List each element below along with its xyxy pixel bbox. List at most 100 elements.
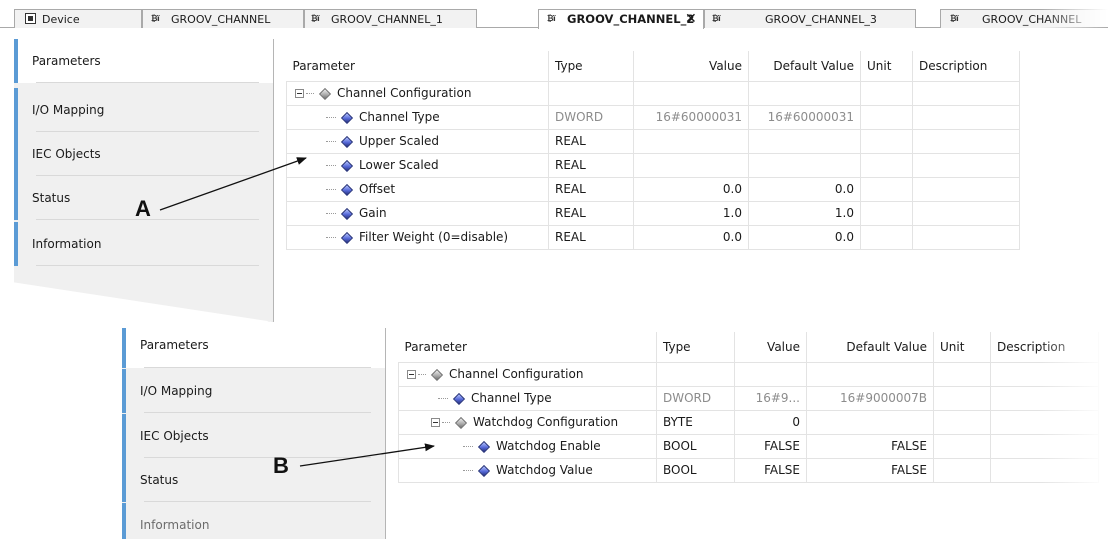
parameter-value[interactable]: 0.0 — [633, 224, 749, 250]
parameter-type: REAL — [548, 224, 634, 250]
parameter-default: 0.0 — [748, 176, 861, 202]
parameter-type — [656, 361, 735, 387]
table-row[interactable]: Lower Scaled REAL — [286, 152, 1020, 178]
sidebar-item-parameters[interactable]: Parameters — [122, 328, 385, 368]
parameter-type: BOOL — [656, 433, 735, 459]
column-header-type[interactable]: Type — [548, 51, 634, 82]
tab-label: GROOV_CHANNEL — [171, 13, 271, 26]
parameter-default: FALSE — [806, 457, 934, 483]
annotation-label-b: B — [273, 453, 289, 478]
parameter-group-icon — [318, 87, 332, 100]
collapse-icon[interactable] — [407, 370, 416, 379]
table-row[interactable]: Channel Configuration — [398, 361, 1099, 387]
parameter-icon — [340, 231, 354, 244]
parameter-value[interactable] — [633, 128, 749, 154]
parameter-type: DWORD — [548, 104, 634, 130]
device-editor-sidebar: Parameters I/O Mapping IEC Objects Statu… — [14, 39, 274, 322]
table-row[interactable]: Watchdog Configuration BYTE 0 — [398, 409, 1099, 435]
collapse-icon[interactable] — [295, 89, 304, 98]
column-header-unit[interactable]: Unit — [933, 332, 991, 363]
parameter-description — [990, 385, 1099, 411]
sidebar-item-information[interactable]: Information — [14, 222, 273, 266]
sidebar-item-information[interactable]: Information — [122, 503, 385, 539]
parameter-value[interactable]: 16#9... — [734, 385, 807, 411]
sidebar-item-status[interactable]: Status — [122, 458, 385, 502]
collapse-icon[interactable] — [431, 418, 440, 427]
tab-device[interactable]: Device — [14, 9, 142, 28]
parameter-name: Channel Configuration — [449, 367, 584, 381]
tab-label: GROOV_CHANNEL_3 — [765, 13, 877, 26]
parameter-icon — [340, 159, 354, 172]
sidebar-item-iec-objects[interactable]: IEC Objects — [122, 414, 385, 458]
column-header-parameter[interactable]: Parameter — [286, 51, 549, 82]
parameter-description — [990, 433, 1099, 459]
parameter-value[interactable]: 1.0 — [633, 200, 749, 226]
parameter-name: Upper Scaled — [359, 134, 440, 148]
parameter-unit — [933, 457, 991, 483]
tab-groov-channel[interactable]: ₿ï GROOV_CHANNEL — [142, 9, 304, 28]
column-header-description[interactable]: Description — [990, 332, 1099, 363]
parameter-description — [912, 200, 1020, 226]
table-row[interactable]: Filter Weight (0=disable) REAL 0.0 0.0 — [286, 224, 1020, 250]
parameter-icon — [340, 135, 354, 148]
table-row[interactable]: Gain REAL 1.0 1.0 — [286, 200, 1020, 226]
column-header-default-value[interactable]: Default Value — [806, 332, 934, 363]
parameter-value[interactable] — [734, 361, 807, 387]
column-header-type[interactable]: Type — [656, 332, 735, 363]
tab-groov-channel-3[interactable]: ₿ï GROOV_CHANNEL_3 — [704, 9, 916, 28]
parameter-value[interactable]: 0 — [734, 409, 807, 435]
parameter-name: Watchdog Value — [496, 463, 593, 477]
sidebar-item-label: Information — [32, 237, 102, 251]
parameter-description — [912, 176, 1020, 202]
table-row[interactable]: Channel Type DWORD 16#60000031 16#600000… — [286, 104, 1020, 130]
sidebar-item-iec-objects[interactable]: IEC Objects — [14, 132, 273, 176]
tab-groov-channel-2[interactable]: ₿ï GROOV_CHANNEL_2 ✕ — [538, 9, 704, 29]
parameter-type: REAL — [548, 128, 634, 154]
sidebar-item-io-mapping[interactable]: I/O Mapping — [14, 88, 273, 132]
parameter-value[interactable]: FALSE — [734, 457, 807, 483]
parameter-value[interactable]: 16#60000031 — [633, 104, 749, 130]
column-header-unit[interactable]: Unit — [860, 51, 913, 82]
parameter-type: BOOL — [656, 457, 735, 483]
table-row[interactable]: Channel Configuration — [286, 80, 1020, 106]
parameter-name: Gain — [359, 206, 387, 220]
tab-groov-channel-1[interactable]: ₿ï GROOV_CHANNEL_1 — [304, 9, 477, 28]
sidebar-item-parameters[interactable]: Parameters — [14, 39, 273, 83]
sidebar-item-label: Status — [32, 191, 71, 205]
io-channel-icon: ₿ï — [712, 14, 721, 23]
table-row[interactable]: Channel Type DWORD 16#9... 16#9000007B — [398, 385, 1099, 411]
parameter-type: REAL — [548, 152, 634, 178]
parameter-unit — [933, 385, 991, 411]
table-row[interactable]: Offset REAL 0.0 0.0 — [286, 176, 1020, 202]
column-header-value[interactable]: Value — [633, 51, 749, 82]
parameter-value[interactable]: 0.0 — [633, 176, 749, 202]
parameter-value[interactable]: FALSE — [734, 433, 807, 459]
parameter-name: Offset — [359, 182, 396, 196]
sidebar-item-label: Information — [140, 518, 210, 532]
table-row[interactable]: Upper Scaled REAL — [286, 128, 1020, 154]
column-header-parameter[interactable]: Parameter — [398, 332, 657, 363]
parameter-value[interactable] — [633, 152, 749, 178]
column-header-value[interactable]: Value — [734, 332, 807, 363]
table-header-row: Parameter Type Value Default Value Unit … — [286, 51, 1020, 82]
parameter-value[interactable] — [633, 80, 749, 106]
parameter-icon — [452, 392, 466, 405]
parameter-unit — [933, 409, 991, 435]
table-row[interactable]: Watchdog Value BOOL FALSE FALSE — [398, 457, 1099, 483]
parameter-default: 0.0 — [748, 224, 861, 250]
parameter-unit — [860, 80, 913, 106]
parameters-panel-b: Parameters I/O Mapping IEC Objects Statu… — [122, 328, 1108, 539]
parameter-description — [912, 128, 1020, 154]
parameter-description — [912, 152, 1020, 178]
table-row[interactable]: Watchdog Enable BOOL FALSE FALSE — [398, 433, 1099, 459]
tab-groov-channel-overflow[interactable]: ₿ï GROOV_CHANNEL — [940, 9, 1108, 28]
sidebar-item-io-mapping[interactable]: I/O Mapping — [122, 369, 385, 413]
close-tab-icon[interactable]: ✕ — [685, 11, 697, 28]
column-header-description[interactable]: Description — [912, 51, 1020, 82]
sidebar-item-label: IEC Objects — [140, 429, 209, 443]
parameter-default — [748, 152, 861, 178]
parameter-description — [912, 224, 1020, 250]
column-header-default-value[interactable]: Default Value — [748, 51, 861, 82]
parameter-default: 16#60000031 — [748, 104, 861, 130]
tab-label: GROOV_CHANNEL — [982, 13, 1082, 26]
